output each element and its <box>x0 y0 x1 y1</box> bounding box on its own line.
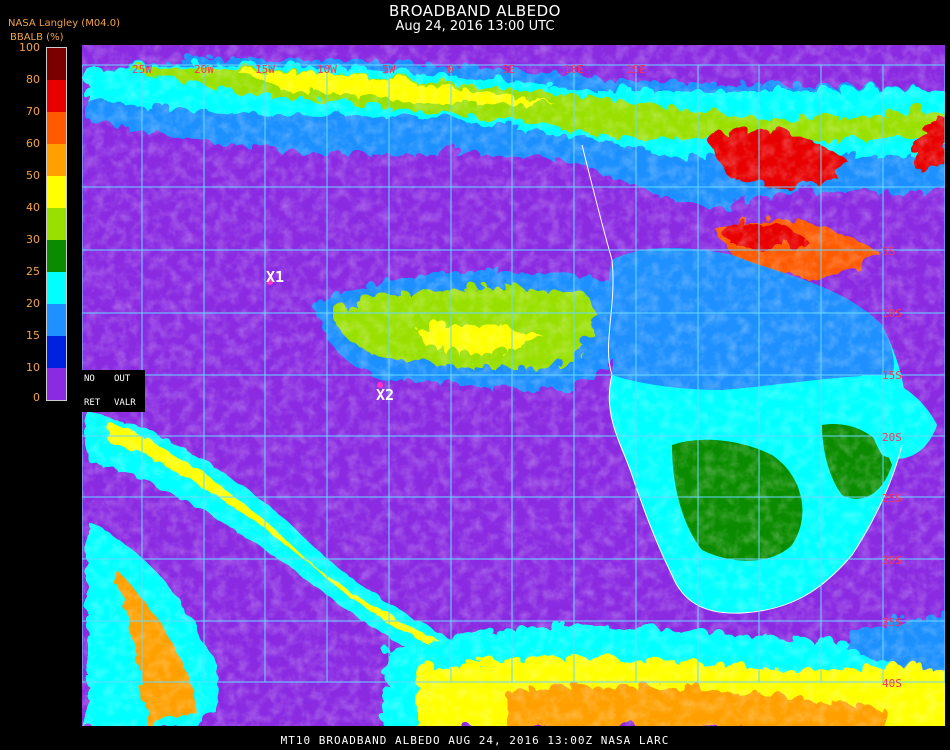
colorbar-tick: 100 <box>19 41 40 54</box>
colorbar-segment <box>47 144 66 176</box>
lat-label: 5S <box>882 245 895 258</box>
legend-valr: VALR <box>114 398 136 408</box>
colorbar-segment <box>47 240 66 272</box>
lon-label: 10W <box>317 63 337 76</box>
colorbar-segment <box>47 48 66 80</box>
legend-out: OUT <box>114 374 131 384</box>
marker-x2-label: X2 <box>376 386 395 404</box>
lon-label: 0 <box>447 63 454 76</box>
lon-label: 10E <box>564 63 584 76</box>
lat-label: 30S <box>882 554 902 567</box>
colorbar-segment <box>47 208 66 240</box>
map-title: BROADBAND ALBEDO <box>389 2 561 20</box>
lon-label: 5W <box>382 63 396 76</box>
map-datetime: Aug 24, 2016 13:00 UTC <box>395 19 555 34</box>
colorbar-tick: 80 <box>26 73 40 86</box>
marker-x1-label: X1 <box>266 268 285 286</box>
lon-label: 20W <box>194 63 214 76</box>
colorbar-tick: 0 <box>33 391 40 404</box>
lat-label: 15S <box>882 369 902 382</box>
albedo-map: 25W 20W 15W 10W 5W 0 5E 10E 15E 5S 10S 1… <box>82 45 945 726</box>
footer-caption: MT10 BROADBAND ALBEDO AUG 24, 2016 13:00… <box>280 734 670 747</box>
lon-label: 15E <box>626 63 646 76</box>
colorbar-tick: 20 <box>26 297 40 310</box>
colorbar-tick: 30 <box>26 233 40 246</box>
colorbar-segment <box>47 80 66 112</box>
lon-label: 25W <box>132 63 152 76</box>
lat-label: 10S <box>882 307 902 320</box>
colorbar-segment <box>47 368 66 400</box>
colorbar-segment <box>47 304 66 336</box>
colorbar-tick: 70 <box>26 105 40 118</box>
lon-label: 15W <box>255 63 275 76</box>
colorbar-segment <box>47 336 66 368</box>
legend-ret: RET <box>84 398 101 408</box>
colorbar-tick: 15 <box>26 329 40 342</box>
lat-label: 20S <box>882 431 902 444</box>
legend-no: NO <box>84 374 95 384</box>
colorbar-segment <box>47 176 66 208</box>
source-label: NASA Langley (M04.0) <box>8 18 120 29</box>
colorbar-tick: 25 <box>26 265 40 278</box>
lat-label: 35S <box>882 616 902 629</box>
lat-label: 25S <box>882 492 902 505</box>
lat-label: 40S <box>882 677 902 690</box>
lon-label: 5E <box>502 63 515 76</box>
colorbar-tick: 50 <box>26 169 40 182</box>
colorbar-segment <box>47 272 66 304</box>
colorbar <box>46 47 67 401</box>
texture <box>82 45 945 726</box>
colorbar-segment <box>47 112 66 144</box>
colorbar-tick: 60 <box>26 137 40 150</box>
legend-key: NO OUT RET VALR <box>80 370 145 412</box>
colorbar-tick: 40 <box>26 201 40 214</box>
colorbar-tick: 10 <box>26 361 40 374</box>
